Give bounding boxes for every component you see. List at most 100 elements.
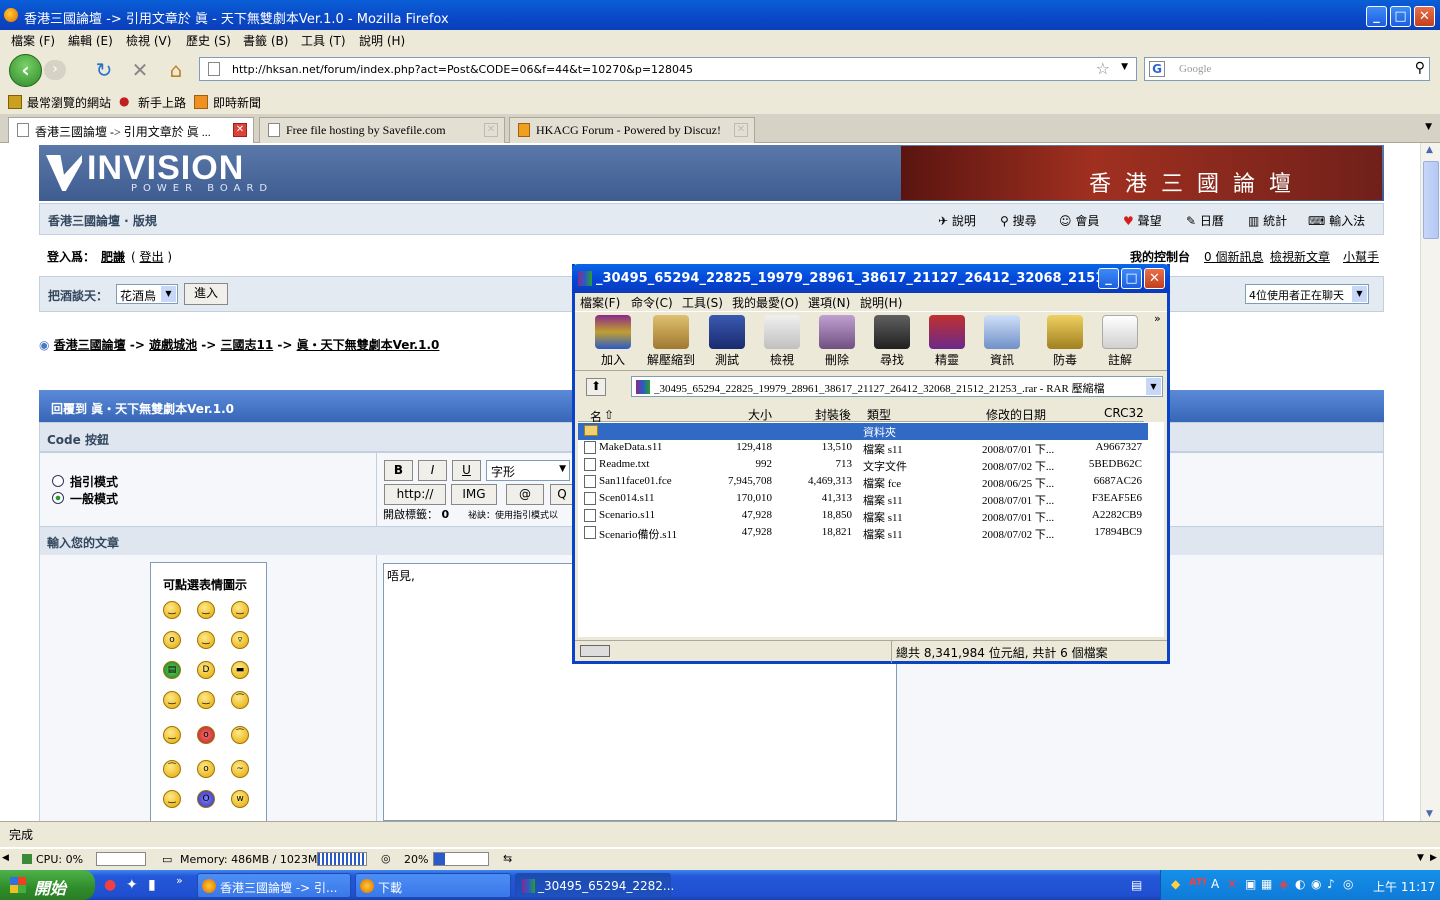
rar-menu-file[interactable]: 檔案(F) — [580, 294, 620, 311]
tray-icon[interactable]: ◎ — [1343, 877, 1353, 891]
tray-icon[interactable]: ◐ — [1295, 877, 1305, 891]
list-item[interactable]: Scenario備份.s11 47,928 18,821 檔案 s11 2008/07/… — [578, 525, 1148, 542]
tray-shield-icon[interactable]: ◆ — [1171, 877, 1180, 891]
minimize-button[interactable]: _ — [1366, 6, 1387, 27]
rar-close-button[interactable]: ✕ — [1144, 268, 1165, 289]
reload-icon[interactable]: ↻ — [92, 58, 116, 82]
tray-icon[interactable]: ◉ — [1311, 877, 1321, 891]
italic-button[interactable]: I — [418, 460, 447, 481]
control-panel-link[interactable]: 我的控制台 — [1130, 248, 1190, 265]
rar-menu-commands[interactable]: 命令(C) — [631, 294, 673, 311]
task-winrar[interactable]: _30495_65294_2282... — [515, 873, 674, 898]
rar-delete-button[interactable]: 刪除 — [809, 315, 865, 368]
close-tab-icon[interactable]: ✕ — [233, 123, 247, 137]
winrar-title-bar[interactable]: _30495_65294_22825_19979_28961_38617_211… — [572, 264, 1170, 293]
board-title[interactable]: 香港三國論壇 · 版規 — [48, 212, 157, 229]
rolleyes-icon[interactable]: ‿ — [163, 790, 181, 808]
shock-icon[interactable]: o — [197, 760, 215, 778]
google-icon[interactable]: G — [1149, 61, 1165, 77]
frown-icon[interactable]: ⁀ — [163, 760, 181, 778]
list-item[interactable]: San11face01.fce 7,945,708 4,469,313 檔案 fce 2… — [578, 474, 1148, 491]
tray-a-icon[interactable]: A — [1211, 877, 1219, 891]
mode-normal-radio[interactable] — [52, 492, 64, 504]
clock[interactable]: 上午 11:17 — [1373, 878, 1435, 895]
search-input[interactable]: G Google ⚲ — [1144, 57, 1430, 81]
sad-icon[interactable]: ⁀ — [231, 691, 249, 709]
start-button[interactable]: 開始 — [0, 870, 95, 900]
chat-go-button[interactable]: 進入 — [184, 283, 228, 305]
underline-button[interactable]: U — [452, 460, 481, 481]
tab-savefile[interactable]: Free file hosting by Savefile.com ✕ — [259, 117, 505, 143]
surprised-icon[interactable]: o — [163, 631, 181, 649]
browser-title-bar[interactable]: 香港三國論壇 -> 引用文章於 眞 - 天下無雙劇本Ver.1.0 - Mozi… — [0, 0, 1440, 32]
mad-icon[interactable]: ⁀ — [231, 726, 249, 744]
quote-button[interactable]: Q — [550, 484, 574, 505]
quicklaunch-icon[interactable]: ✦ — [126, 877, 138, 893]
dry-icon[interactable]: ‿ — [197, 631, 215, 649]
scream-icon[interactable]: O — [197, 790, 215, 808]
up-folder-icon[interactable]: ⬆ — [586, 378, 606, 396]
tray-icon[interactable]: ◈ — [1279, 877, 1288, 891]
task-downloads[interactable]: 下載 — [355, 873, 511, 898]
breadcrumb-san11[interactable]: 三國志11 — [220, 338, 273, 352]
new-messages-link[interactable]: 0 個新訊息 — [1204, 248, 1263, 265]
wink-icon[interactable]: ‿ — [163, 726, 181, 744]
col-crc[interactable]: CRC32 — [1104, 406, 1144, 420]
chevron-down-icon[interactable]: ▼ — [559, 464, 566, 474]
url-dropdown-icon[interactable]: ▼ — [1121, 62, 1128, 72]
list-item-parent-folder[interactable]: 資料夾 — [578, 423, 1148, 440]
tray-icon[interactable]: ✕ — [1227, 877, 1237, 891]
scroll-left-icon[interactable]: ◀ — [2, 853, 9, 863]
menu-bookmarks[interactable]: 書籤 (B) — [243, 32, 288, 49]
chevron-down-icon[interactable]: ▼ — [161, 286, 176, 302]
tray-ati-icon[interactable]: ATI — [1189, 877, 1207, 888]
tray-network-icon[interactable]: ▦ — [1261, 877, 1272, 891]
stop-icon[interactable]: ✕ — [128, 58, 152, 82]
task-firefox[interactable]: 香港三國論壇 -> 引... — [197, 873, 351, 898]
chat-users-select[interactable]: 4位使用者正在聊天 ▼ — [1245, 284, 1369, 304]
page-scrollbar[interactable]: ▲ ▼ — [1420, 143, 1440, 821]
laugh-icon[interactable]: D — [197, 661, 215, 679]
back-button[interactable]: ‹ — [9, 54, 42, 87]
breadcrumb-topic[interactable]: 眞・天下無雙劇本Ver.1.0 — [297, 338, 440, 352]
tongue-icon[interactable]: ▿ — [231, 631, 249, 649]
rar-menu-tools[interactable]: 工具(S) — [682, 294, 723, 311]
rar-menu-help[interactable]: 說明(H) — [860, 294, 902, 311]
quicklaunch-firefox-icon[interactable]: ● — [104, 877, 116, 893]
chevron-down-icon[interactable]: ▼ — [1146, 378, 1161, 395]
bookmark-latest-news[interactable]: 即時新聞 — [213, 94, 261, 111]
confused-icon[interactable]: ~ — [231, 760, 249, 778]
rar-view-button[interactable]: 檢視 — [754, 315, 810, 368]
helper-link[interactable]: 小幫手 — [1343, 248, 1379, 265]
menu-tools[interactable]: 工具 (T) — [301, 32, 346, 49]
scroll-right-icon[interactable]: ▶ — [1430, 853, 1437, 863]
drive-key-icon[interactable] — [580, 645, 610, 657]
rar-wizard-button[interactable]: 精靈 — [919, 315, 975, 368]
mode-guided-radio[interactable] — [52, 475, 64, 487]
font-select[interactable]: 字形 ▼ — [486, 460, 570, 481]
menu-file[interactable]: 檔案 (F) — [11, 32, 55, 49]
maximize-button[interactable]: □ — [1390, 6, 1411, 27]
rar-comment-button[interactable]: 註解 — [1092, 315, 1148, 368]
home-icon[interactable]: ⌂ — [164, 58, 188, 82]
rar-info-button[interactable]: 資訊 — [974, 315, 1030, 368]
rar-path-select[interactable]: _30495_65294_22825_19979_28961_38617_211… — [631, 376, 1163, 397]
close-tab-icon[interactable]: ✕ — [484, 123, 498, 137]
quicklaunch-more-icon[interactable]: » — [176, 874, 183, 887]
star-icon[interactable]: ☆ — [1096, 59, 1110, 78]
rar-test-button[interactable]: 測試 — [699, 315, 755, 368]
link-members[interactable]: ☺ 會員 — [1059, 212, 1099, 229]
tab-hkacg[interactable]: HKACG Forum - Powered by Discuz! ✕ — [509, 117, 755, 143]
rar-add-button[interactable]: 加入 — [585, 315, 641, 368]
col-modified[interactable]: 修改的日期 — [986, 406, 1046, 423]
happy-icon[interactable]: ‿ — [231, 601, 249, 619]
link-calendar[interactable]: ✎ 日曆 — [1186, 212, 1224, 229]
rar-maximize-button[interactable]: □ — [1121, 268, 1142, 289]
close-tab-icon[interactable]: ✕ — [734, 123, 748, 137]
col-type[interactable]: 類型 — [867, 406, 891, 423]
devil-icon[interactable]: w — [231, 790, 249, 808]
grin-icon[interactable]: ▤ — [163, 661, 181, 679]
rar-find-button[interactable]: 尋找 — [864, 315, 920, 368]
list-item[interactable]: Scenario.s11 47,928 18,850 檔案 s11 2008/07/01… — [578, 508, 1148, 525]
col-packed[interactable]: 封裝後 — [815, 406, 851, 423]
